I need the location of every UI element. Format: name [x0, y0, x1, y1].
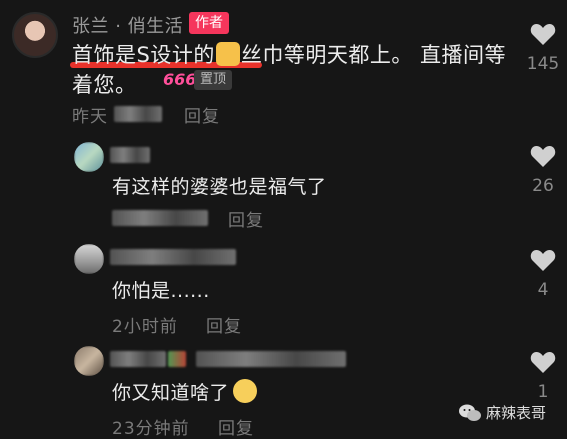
heart-icon — [530, 24, 556, 45]
redacted-username — [110, 351, 166, 367]
redacted-time — [112, 210, 208, 226]
author-badge: 作者 — [189, 12, 229, 34]
redacted-username-extra — [196, 351, 346, 367]
reply-avatar[interactable] — [74, 142, 104, 172]
heart-icon — [530, 250, 556, 271]
top-comment-reply-button[interactable]: 回复 — [184, 102, 220, 127]
author-avatar[interactable] — [12, 12, 58, 58]
redacted-location — [114, 106, 162, 122]
watermark: 麻辣表哥 — [458, 402, 546, 423]
pinned-badge: 置顶 — [194, 70, 233, 90]
reply-reply-button[interactable]: 回复 — [228, 206, 264, 231]
thumbs-up-icon — [215, 42, 240, 66]
emoji-666: 666 — [163, 70, 197, 89]
like-count: 145 — [526, 54, 560, 74]
pleading-face-icon — [233, 379, 258, 403]
redacted-username — [110, 249, 236, 265]
reply-avatar[interactable] — [74, 244, 104, 274]
reply-like[interactable]: 4 — [523, 248, 563, 300]
like-count: 1 — [537, 382, 549, 402]
like-count: 26 — [532, 176, 554, 196]
wechat-icon — [459, 404, 481, 421]
reply-text: 有这样的婆婆也是福气了 — [112, 176, 327, 198]
like-count: 4 — [537, 280, 549, 300]
reply-time: 2小时前 — [112, 317, 178, 337]
top-comment-text-part1: 首饰是S设计的 — [72, 43, 215, 67]
reply-avatar[interactable] — [74, 346, 104, 376]
top-comment-like[interactable]: 145 — [523, 22, 563, 74]
comment-screen: 张兰 · 俏生活 作者 首饰是S设计的 丝巾等明天都上。 直播间等着您。 666 … — [0, 0, 567, 439]
reply-reply-button[interactable]: 回复 — [206, 312, 242, 337]
heart-icon — [530, 146, 556, 167]
redacted-username-emoji — [168, 351, 186, 367]
reply-like[interactable]: 1 — [523, 350, 563, 402]
reply-reply-button[interactable]: 回复 — [218, 414, 254, 439]
top-comment-time: 昨天 — [72, 107, 108, 127]
reply-text-content: 你又知道啥了 — [112, 382, 230, 404]
reply-time: 23分钟前 — [112, 419, 190, 439]
watermark-label: 麻辣表哥 — [486, 404, 547, 422]
author-name[interactable]: 张兰 · 俏生活 — [72, 12, 183, 38]
reply-text: 你怕是...... — [112, 280, 210, 302]
heart-icon — [530, 352, 556, 373]
top-comment-text: 首饰是S设计的 丝巾等明天都上。 直播间等着您。 — [72, 40, 512, 100]
reply-like[interactable]: 26 — [523, 144, 563, 196]
reply-text: 你又知道啥了 — [112, 378, 258, 405]
redacted-username — [110, 147, 150, 163]
